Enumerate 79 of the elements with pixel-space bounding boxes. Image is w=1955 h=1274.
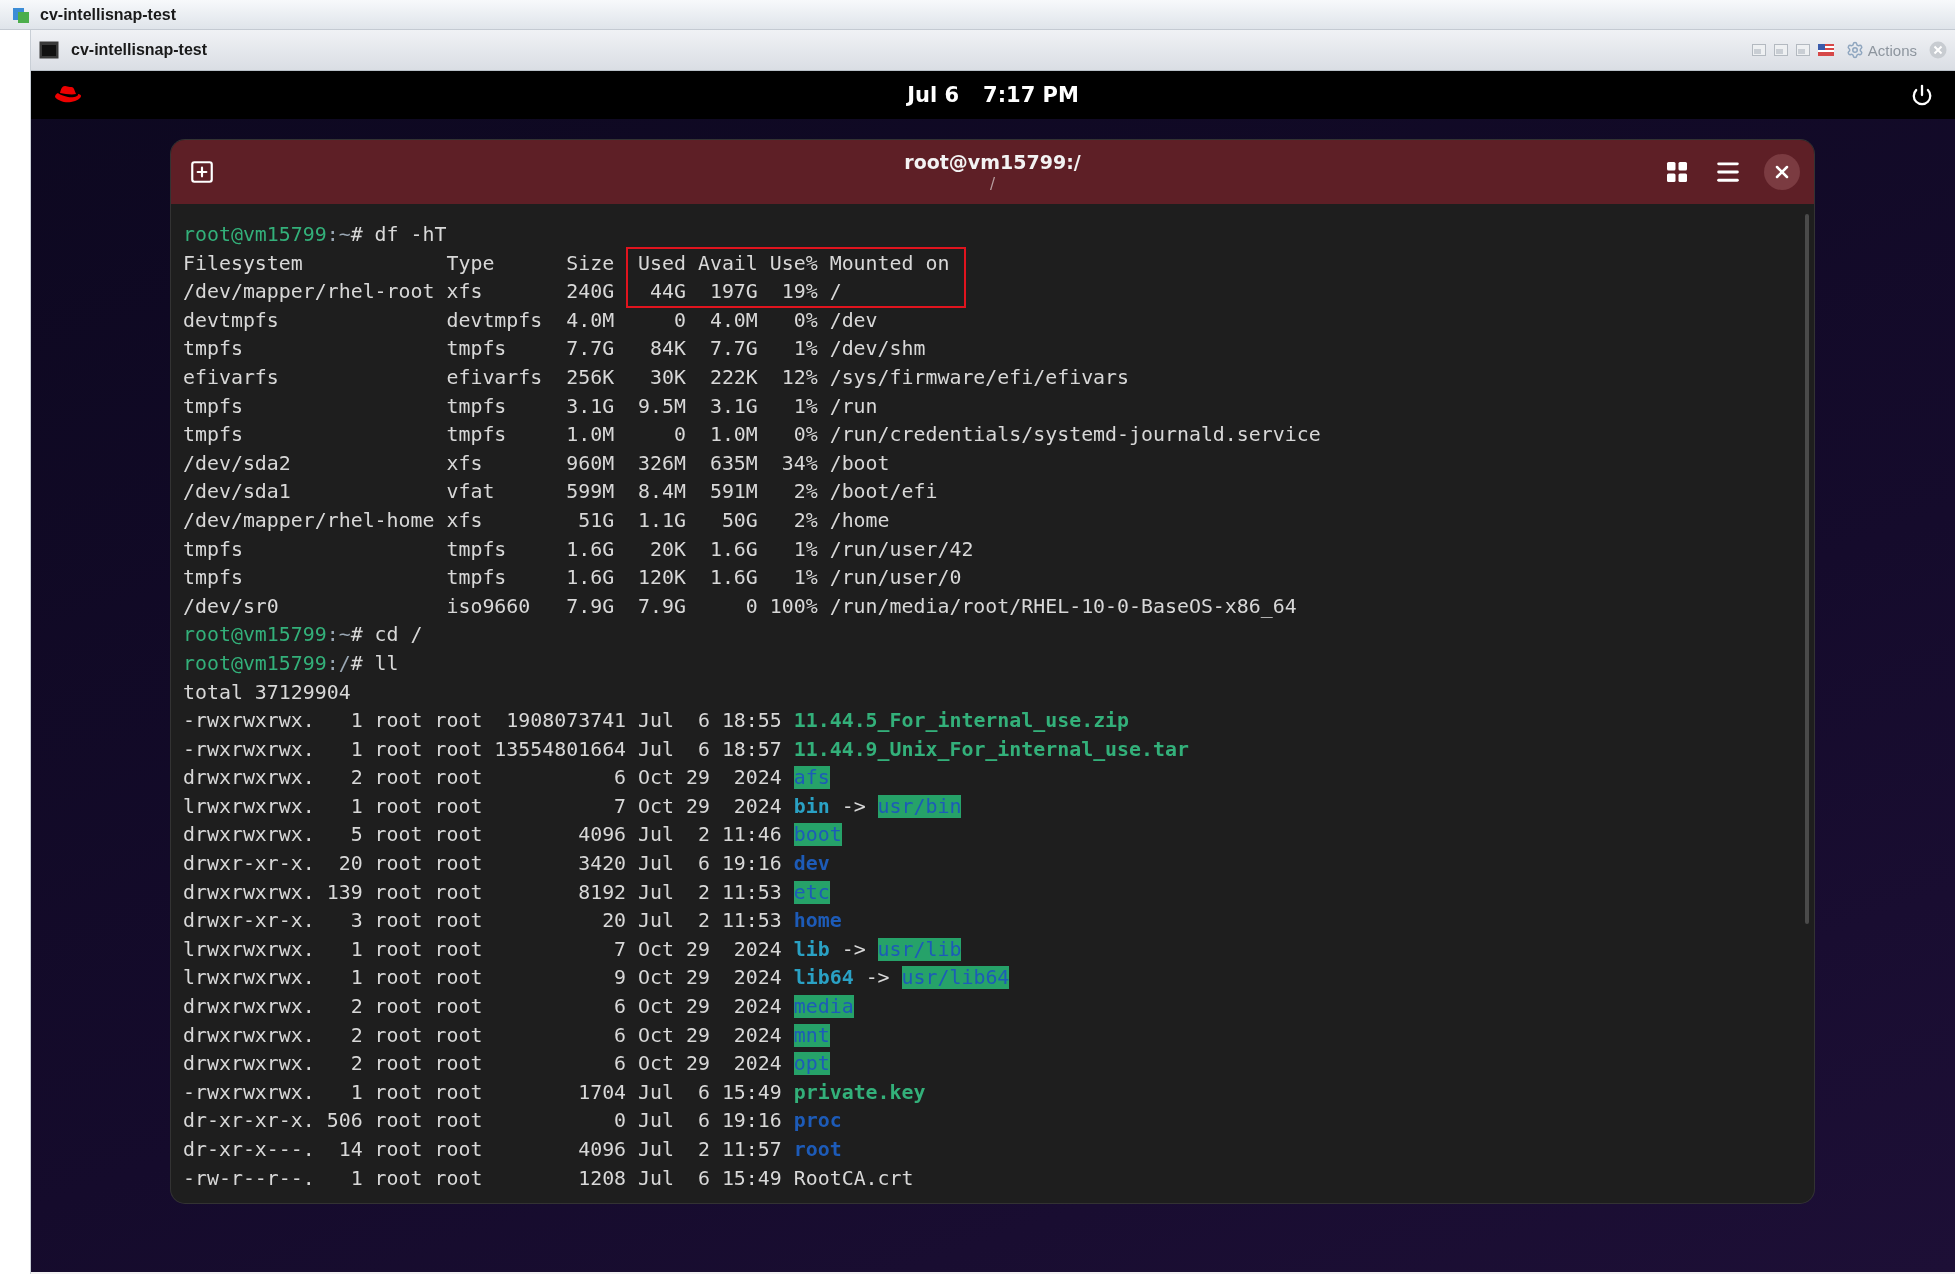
file-attributes: drwxrwxrwx. 2 root root 6 Oct 29 2024	[183, 766, 782, 790]
file-attributes: dr-xr-xr-x. 506 root root 0 Jul 6 19:16	[183, 1109, 782, 1133]
prompt-user-host: root@vm15799	[183, 651, 327, 675]
output-line: /dev/sda1 vfat 599M 8.4M 591M 2% /boot/efi	[183, 480, 938, 504]
file-name: proc	[793, 1109, 842, 1133]
scrollbar[interactable]	[1805, 214, 1809, 924]
output-line: /dev/mapper/rhel-root xfs 240G 44G 197G 19% /	[183, 280, 842, 304]
output-line: total 37129904	[183, 680, 351, 704]
file-attributes: drwxrwxrwx. 5 root root 4096 Jul 2 11:46	[183, 823, 782, 847]
date-text: Jul 6	[907, 83, 959, 107]
file-attributes: drwxrwxrwx. 139 root root 8192 Jul 2 11:53	[183, 880, 782, 904]
settings-icon	[1845, 41, 1864, 59]
file-name: media	[793, 995, 854, 1019]
file-attributes: -rw-r--r--. 1 root root 1208 Jul 6 15:49	[183, 1166, 782, 1190]
app-icon	[12, 5, 30, 24]
command-text: # ll	[350, 651, 399, 675]
file-attributes: -rwxrwxrwx. 1 root root 1704 Jul 6 15:49	[183, 1080, 782, 1104]
file-attributes: drwxrwxrwx. 2 root root 6 Oct 29 2024	[183, 1052, 782, 1076]
output-line: /dev/mapper/rhel-home xfs 51G 1.1G 50G 2% /home	[183, 508, 890, 532]
file-name: mnt	[793, 1023, 830, 1047]
file-name: home	[793, 909, 842, 933]
terminal-title: root@vm15799:/	[904, 151, 1081, 173]
terminal-subtitle: /	[989, 175, 995, 193]
file-name: boot	[793, 823, 842, 847]
file-attributes: drwxr-xr-x. 20 root root 3420 Jul 6 19:16	[183, 852, 782, 876]
close-button[interactable]	[1764, 154, 1800, 190]
file-attributes: drwxr-xr-x. 3 root root 20 Jul 2 11:53	[183, 909, 782, 933]
output-line: efivarfs efivarfs 256K 30K 222K 12% /sys/firmware/efi/efivars	[183, 365, 1130, 389]
file-name: bin	[793, 794, 830, 818]
symlink-target: usr/bin	[877, 794, 962, 818]
output-line: tmpfs tmpfs 3.1G 9.5M 3.1G 1% /run	[183, 394, 878, 418]
file-name: afs	[793, 766, 830, 790]
file-name: 11.44.5_For_internal_use.zip	[793, 709, 1130, 733]
window-title: cv-intellisnap-test	[40, 5, 177, 24]
output-line: Filesystem Type Size Used Avail Use% Mounted on	[183, 251, 950, 275]
output-line: tmpfs tmpfs 7.7G 84K 7.7G 1% /dev/shm	[183, 337, 926, 361]
file-name: root	[793, 1138, 842, 1161]
symlink-arrow: ->	[841, 794, 866, 818]
flag-icon[interactable]	[1817, 44, 1834, 56]
file-attributes: lrwxrwxrwx. 1 root root 7 Oct 29 2024	[183, 937, 782, 961]
file-attributes: -rwxrwxrwx. 1 root root 1908073741 Jul 6 18:55	[183, 709, 782, 733]
time-text: 7:17 PM	[983, 83, 1079, 107]
symlink-target: usr/lib64	[901, 966, 1010, 990]
output-line: tmpfs tmpfs 1.6G 20K 1.6G 1% /run/user/42	[183, 537, 974, 561]
power-icon[interactable]	[1911, 84, 1933, 106]
output-line: tmpfs tmpfs 1.6G 120K 1.6G 1% /run/user/0	[183, 566, 962, 590]
prompt-user-host: root@vm15799	[183, 223, 327, 246]
file-name: dev	[793, 852, 830, 876]
symlink-arrow: ->	[865, 966, 890, 990]
command-text: # cd /	[350, 623, 423, 647]
file-name: 11.44.9_Unix_For_internal_use.tar	[793, 737, 1189, 761]
file-attributes: lrwxrwxrwx. 1 root root 9 Oct 29 2024	[183, 966, 782, 990]
file-name: etc	[793, 880, 830, 904]
file-attributes: -rwxrwxrwx. 1 root root 13554801664 Jul 6 18:57	[183, 737, 782, 761]
command-text: # df -hT	[350, 223, 447, 246]
output-line: /dev/sr0 iso9660 7.9G 7.9G 0 100% /run/media/root/RHEL-10-0-BaseOS-x86_64	[183, 594, 1297, 618]
output-line: devtmpfs devtmpfs 4.0M 0 4.0M 0% /dev	[183, 308, 878, 332]
file-name: opt	[793, 1052, 830, 1076]
file-attributes: lrwxrwxrwx. 1 root root 7 Oct 29 2024	[183, 794, 782, 818]
file-attributes: drwxrwxrwx. 2 root root 6 Oct 29 2024	[183, 1023, 782, 1047]
file-attributes: dr-xr-x---. 14 root root 4096 Jul 2 11:57	[183, 1138, 782, 1161]
file-name: lib	[793, 937, 830, 961]
monitor-icon	[39, 41, 59, 59]
file-attributes: drwxrwxrwx. 2 root root 6 Oct 29 2024	[183, 995, 782, 1019]
symlink-arrow: ->	[841, 937, 866, 961]
file-name: lib64	[793, 966, 854, 990]
grid-icon	[1666, 161, 1688, 183]
output-line: tmpfs tmpfs 1.0M 0 1.0M 0% /run/credentials/systemd-journald.service	[183, 423, 1321, 447]
actions-button[interactable]: Actions	[1845, 41, 1917, 59]
console-title: cv-intellisnap-test	[71, 41, 208, 59]
prompt-user-host: root@vm15799	[183, 623, 327, 647]
symlink-target: usr/lib	[877, 937, 962, 961]
file-name: RootCA.crt	[793, 1166, 914, 1190]
plus-icon	[189, 159, 215, 185]
prompt-path: :~	[326, 223, 351, 246]
file-name: private.key	[793, 1080, 926, 1104]
output-line: /dev/sda2 xfs 960M 326M 635M 34% /boot	[183, 451, 890, 475]
prompt-path: :/	[326, 651, 351, 675]
prompt-path: :~	[326, 623, 351, 647]
